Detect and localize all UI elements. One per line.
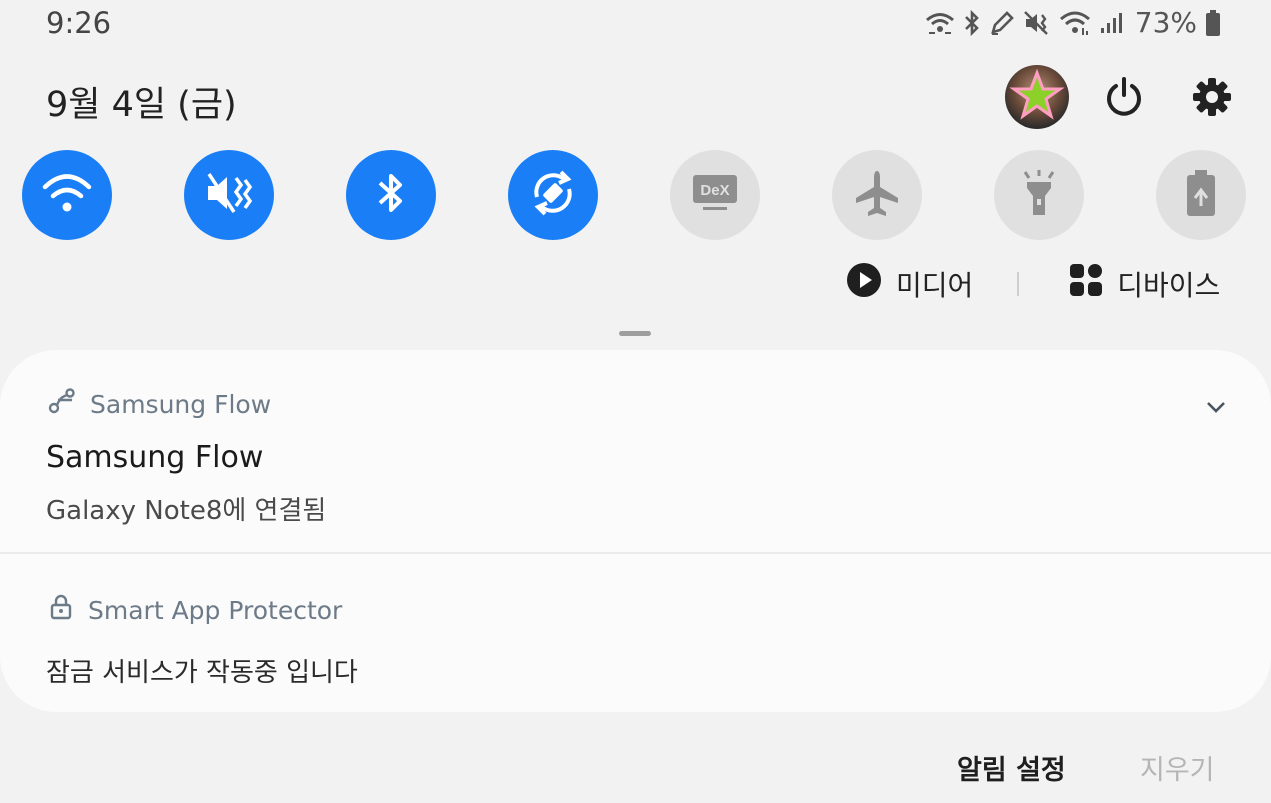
- wifi-icon: [42, 170, 92, 220]
- devices-grid-icon: [1069, 263, 1103, 304]
- wifi-icon: [1059, 10, 1091, 36]
- drag-handle[interactable]: [619, 331, 651, 336]
- devices-label: 디바이스: [1117, 268, 1221, 302]
- notification-panel: Samsung Flow Samsung Flow Galaxy Note8에 …: [0, 350, 1271, 712]
- media-divider: [1017, 271, 1020, 296]
- notification-app-name: Samsung Flow: [90, 389, 272, 419]
- media-devices-row: 미디어 디바이스: [846, 262, 1220, 305]
- flashlight-icon: [1017, 168, 1061, 222]
- notification-app-name: Smart App Protector: [88, 595, 343, 625]
- toggle-dex[interactable]: DeX: [670, 150, 760, 240]
- dex-icon: DeX: [691, 173, 739, 217]
- devices-button[interactable]: 디바이스: [1069, 263, 1220, 304]
- media-label: 미디어: [896, 268, 974, 302]
- toggle-airplane[interactable]: [832, 150, 922, 240]
- notification-settings-button[interactable]: 알림 설정: [957, 748, 1066, 787]
- pen-icon: [989, 10, 1015, 36]
- notification-app-row: Samsung Flow: [48, 388, 271, 420]
- notification-text: 잠금 서비스가 작동중 입니다: [46, 658, 358, 688]
- clear-button[interactable]: 지우기: [1140, 748, 1215, 787]
- signal-icon: [1099, 11, 1123, 35]
- media-button[interactable]: 미디어: [846, 262, 973, 305]
- date-label: 9월 4일 (금): [46, 85, 237, 125]
- mute-vibrate-icon: [204, 170, 254, 220]
- toggle-wifi[interactable]: [22, 150, 112, 240]
- samsung-flow-icon: [48, 388, 76, 420]
- settings-gear-icon[interactable]: [1190, 75, 1234, 119]
- status-icons: 73%: [925, 6, 1221, 39]
- toggle-sound[interactable]: [184, 150, 274, 240]
- bluetooth-icon: [371, 170, 411, 220]
- toggle-bluetooth[interactable]: [346, 150, 436, 240]
- toggle-auto-rotate[interactable]: [508, 150, 598, 240]
- notification-shade: 9:26 73% 9월 4일 (금) DeX 미디어 디바이스 Samsung …: [0, 0, 1271, 803]
- airplane-icon: [852, 168, 902, 222]
- notification-smart-app-protector[interactable]: Smart App Protector 잠금 서비스가 작동중 입니다: [0, 554, 1271, 712]
- notification-app-row: Smart App Protector: [48, 594, 342, 626]
- notification-text: Galaxy Note8에 연결됨: [46, 496, 327, 526]
- mute-vibrate-icon: [1023, 10, 1051, 36]
- toggle-flashlight[interactable]: [994, 150, 1084, 240]
- notification-samsung-flow[interactable]: Samsung Flow Samsung Flow Galaxy Note8에 …: [0, 350, 1271, 552]
- bluetooth-icon: [963, 9, 981, 36]
- battery-percent: 73%: [1134, 6, 1197, 39]
- battery-icon: [1205, 9, 1221, 37]
- rotate-icon: [528, 168, 578, 222]
- notification-title: Samsung Flow: [46, 440, 264, 475]
- power-icon[interactable]: [1102, 75, 1146, 119]
- user-avatar[interactable]: [1005, 65, 1069, 129]
- lock-icon: [48, 594, 74, 626]
- battery-saver-icon: [1183, 168, 1219, 222]
- wifi-calling-icon: [925, 11, 955, 35]
- play-icon: [846, 262, 882, 305]
- toggle-power-saving[interactable]: [1156, 150, 1246, 240]
- dex-icon-text: DeX: [700, 182, 729, 199]
- chevron-down-icon[interactable]: [1203, 394, 1229, 420]
- status-time: 9:26: [46, 6, 112, 40]
